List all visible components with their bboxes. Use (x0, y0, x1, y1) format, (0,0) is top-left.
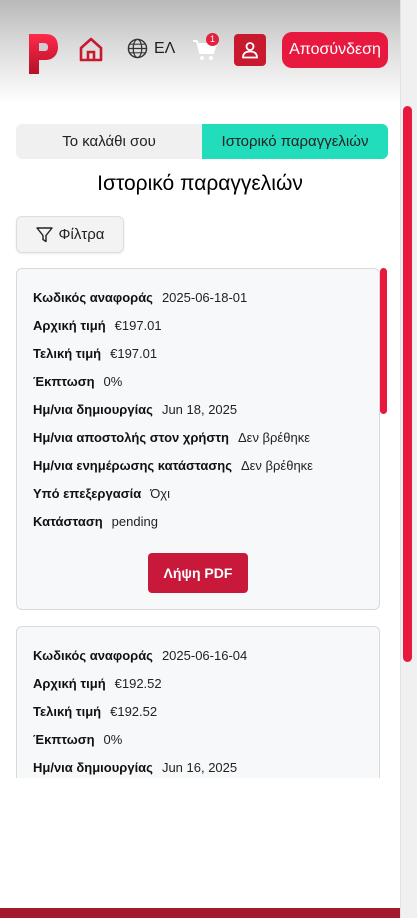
order-field: Αρχική τιμή €197.01 (33, 317, 162, 333)
order-field: Ημ/νια δημιουργίας Jun 16, 2025 (33, 759, 238, 775)
order-field: Τελική τιμή €197.01 (33, 345, 158, 361)
order-field: Έκπτωση 0% (33, 731, 123, 747)
footer-bar (0, 908, 400, 918)
order-field: Κωδικός αναφοράς 2025-06-16-04 (33, 647, 248, 663)
tab-order-history[interactable]: Ιστορικό παραγγελιών (202, 124, 388, 159)
order-field: Κωδικός αναφοράς 2025-06-18-01 (33, 289, 248, 305)
language-selector[interactable]: ΕΛ (127, 38, 175, 59)
language-label: ΕΛ (154, 39, 176, 57)
order-field: Ημ/νια ενημέρωσης κατάστασης Δεν βρέθηκε (33, 457, 313, 473)
filter-label: Φίλτρα (58, 226, 105, 243)
tab-cart[interactable]: Το καλάθι σου (16, 124, 202, 159)
app-header: ΕΛ 1 Αποσύνδεση (0, 0, 417, 104)
order-field: Ημ/νια δημιουργίας Jun 18, 2025 (33, 401, 238, 417)
brand-logo-icon[interactable] (27, 32, 59, 76)
logout-button[interactable]: Αποσύνδεση (282, 32, 388, 68)
orders-list[interactable]: Κωδικός αναφοράς 2025-06-18-01 Αρχική τιμ… (0, 262, 400, 778)
home-icon[interactable] (78, 36, 104, 62)
user-button[interactable] (234, 34, 266, 66)
order-field: Κατάσταση pending (33, 513, 158, 529)
order-card: Κωδικός αναφοράς 2025-06-18-01 Αρχική τιμ… (16, 268, 380, 610)
order-field: Υπό επεξεργασία Όχι (33, 485, 170, 501)
order-field: Έκπτωση 0% (33, 373, 123, 389)
order-field: Τελική τιμή €192.52 (33, 703, 158, 719)
tab-bar: Το καλάθι σου Ιστορικό παραγγελιών (16, 124, 388, 159)
download-pdf-button[interactable]: Λήψη PDF (148, 553, 248, 593)
order-card: Κωδικός αναφοράς 2025-06-16-04 Αρχική τιμ… (16, 626, 380, 778)
cart-count-badge: 1 (206, 33, 219, 46)
orders-scrollbar-thumb[interactable] (380, 268, 387, 414)
order-field: Ημ/νια αποστολής στον χρήστη Δεν βρέθηκε (33, 429, 310, 445)
filter-icon (35, 227, 53, 243)
globe-icon (127, 38, 148, 59)
page-scrollbar-thumb[interactable] (403, 106, 412, 662)
filter-button[interactable]: Φίλτρα (16, 216, 124, 253)
order-field: Αρχική τιμή €192.52 (33, 675, 162, 691)
user-icon (242, 42, 258, 59)
page-title: Ιστορικό παραγγελιών (97, 172, 303, 195)
